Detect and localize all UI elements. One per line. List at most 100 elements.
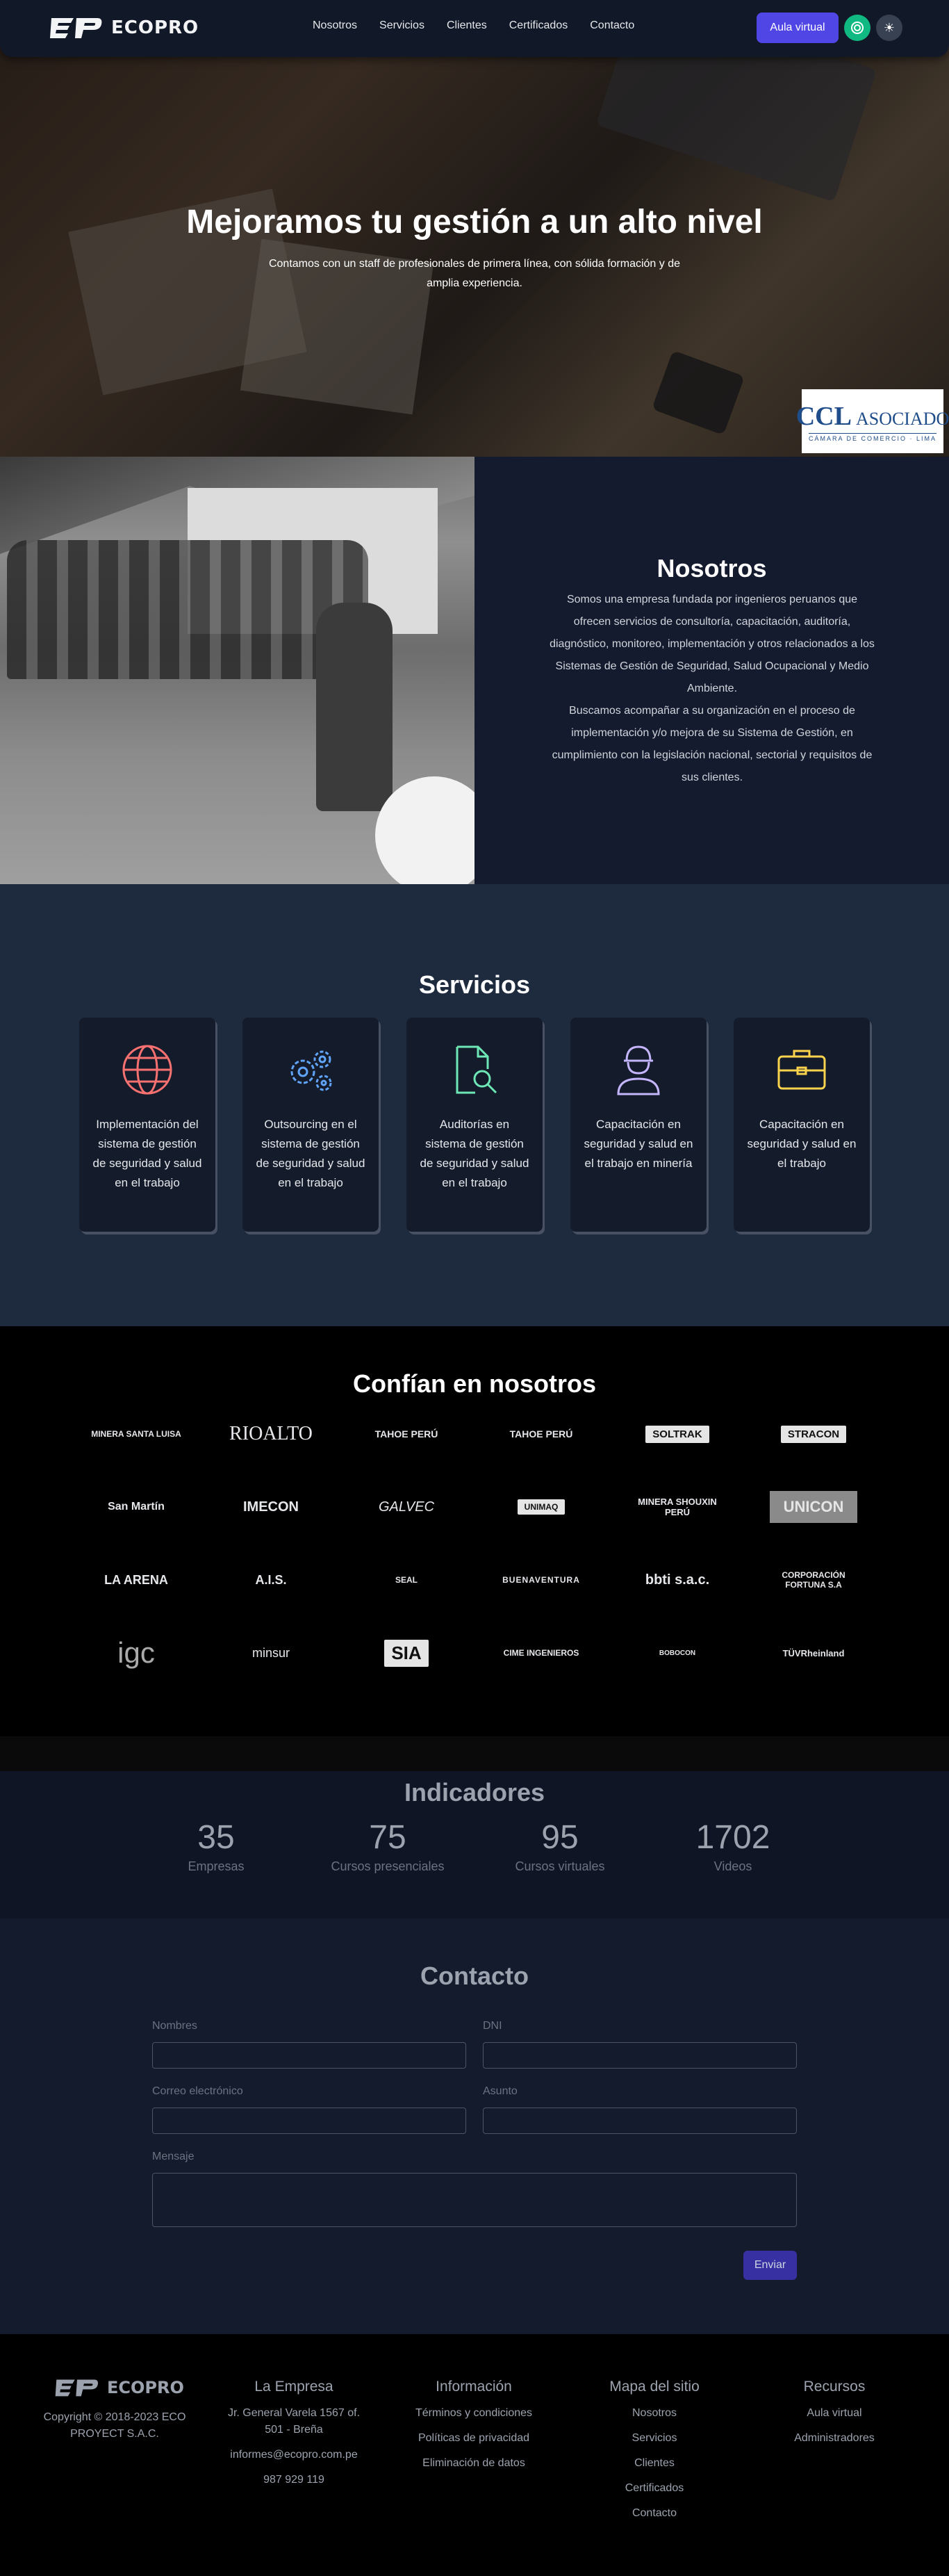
dni-input[interactable]: [483, 2042, 797, 2069]
client-logo: MINERA SANTA LUISA: [91, 1429, 181, 1439]
hero-subtitle: Contamos con un staff de profesionales d…: [268, 258, 681, 289]
worker-icon: [617, 1045, 660, 1095]
client-logo: San Martín: [108, 1501, 165, 1513]
contacto-title: Contacto: [420, 1962, 529, 1990]
target-icon: [851, 22, 864, 34]
service-label: Outsourcing en el sistema de gestión de …: [256, 1118, 365, 1189]
stat-value: 35: [197, 1819, 235, 1856]
nav-link-servicios[interactable]: Servicios: [379, 19, 424, 32]
client-logo: TÜVRheinland: [782, 1647, 845, 1658]
stat-value: 75: [369, 1819, 406, 1856]
hero-section: Mejoramos tu gestión a un alto nivel Con…: [0, 0, 949, 457]
theme-toggle-button[interactable]: ☀: [876, 15, 902, 41]
nombres-label: Nombres: [152, 2020, 197, 2032]
client-logo: CIME INGENIEROS: [503, 1648, 579, 1658]
stat-label: Cursos presenciales: [331, 1859, 445, 1873]
service-card[interactable]: Capacitación en seguridad y salud en el …: [570, 1018, 707, 1232]
email-input[interactable]: [152, 2108, 466, 2134]
servicios-section: Servicios Implementación del sistema de …: [0, 884, 949, 1326]
service-label: Capacitación en seguridad y salud en el …: [584, 1118, 693, 1170]
client-logo: LA ARENA: [104, 1572, 168, 1587]
client-logo: IMECON: [243, 1499, 299, 1515]
footer-link-terminos[interactable]: Términos y condiciones: [397, 2405, 550, 2422]
ccl-badge-caption: CÁMARA DE COMERCIO · LIMA: [808, 432, 936, 442]
nav-link-certificados[interactable]: Certificados: [509, 19, 568, 32]
enviar-button[interactable]: Enviar: [743, 2251, 797, 2280]
clientes-section: Confían en nosotros MINERA SANTA LUISA R…: [0, 1326, 949, 1736]
service-card[interactable]: Outsourcing en el sistema de gestión de …: [242, 1018, 379, 1232]
stat-label: Empresas: [188, 1859, 245, 1873]
footer-link-clientes[interactable]: Clientes: [578, 2455, 731, 2472]
client-logo: UNIMAQ: [489, 1483, 593, 1531]
nosotros-paragraph-1: Somos una empresa fundada por ingenieros…: [550, 594, 875, 694]
service-card[interactable]: Implementación del sistema de gestión de…: [79, 1018, 215, 1232]
stat-videos: 1702 Videos: [663, 1818, 802, 1874]
client-logo: GALVEC: [378, 1499, 435, 1515]
brand-name: ECOPRO: [111, 17, 199, 38]
client-logo: TAHOE PERÚ: [374, 1428, 438, 1440]
brand-logo[interactable]: ECOPRO: [49, 15, 199, 40]
copyright: Copyright © 2018-2023 ECO PROYECT S.A.C.: [43, 2411, 186, 2440]
footer-col-mapa: Mapa del sitio Nosotros Servicios Client…: [578, 2379, 731, 2530]
aula-virtual-button[interactable]: Aula virtual: [757, 13, 839, 43]
document-search-icon: [456, 1045, 497, 1094]
client-logo: BOBOCON: [659, 1649, 696, 1657]
client-logo: BUENAVENTURA: [502, 1575, 580, 1585]
service-card[interactable]: Auditorías en sistema de gestión de segu…: [406, 1018, 543, 1232]
stat-cursos-virtuales: 95 Cursos virtuales: [490, 1818, 629, 1874]
ep-logo-icon: [55, 2379, 99, 2397]
nosotros-title: Nosotros: [657, 554, 767, 582]
ccl-badge-acronym: CCL: [795, 401, 852, 431]
footer-link-contacto[interactable]: Contacto: [578, 2505, 731, 2522]
footer-col-title: Información: [436, 2379, 512, 2395]
client-logo: STRACON: [761, 1410, 866, 1458]
mensaje-textarea[interactable]: [152, 2173, 797, 2227]
footer-phone-link[interactable]: 987 929 119: [217, 2472, 370, 2488]
nosotros-text: Somos una empresa fundada por ingenieros…: [549, 589, 875, 789]
footer-col-title: La Empresa: [254, 2379, 333, 2395]
nav-link-clientes[interactable]: Clientes: [447, 19, 487, 32]
clientes-title: Confían en nosotros: [353, 1369, 596, 1398]
asunto-input[interactable]: [483, 2108, 797, 2134]
globe-icon: [122, 1045, 172, 1095]
nombres-input[interactable]: [152, 2042, 466, 2069]
target-button[interactable]: [844, 15, 870, 41]
client-logo: MINERA SHOUXIN PERÚ: [638, 1497, 717, 1517]
mensaje-label: Mensaje: [152, 2151, 195, 2162]
gears-icon: [290, 1050, 332, 1091]
nosotros-paragraph-2: Buscamos acompañar a su organización en …: [552, 705, 873, 783]
client-logo: TAHOE PERÚ: [509, 1428, 573, 1440]
team-photo: [0, 457, 474, 884]
footer-link-eliminacion[interactable]: Eliminación de datos: [397, 2455, 550, 2472]
footer-col-title: Mapa del sitio: [609, 2379, 700, 2395]
ep-logo-icon: [50, 18, 102, 38]
footer-link-certificados[interactable]: Certificados: [578, 2480, 731, 2497]
service-card[interactable]: Capacitación en seguridad y salud en el …: [734, 1018, 870, 1232]
indicadores-title: Indicadores: [404, 1778, 545, 1807]
email-label: Correo electrónico: [152, 2085, 243, 2097]
stat-empresas: 35 Empresas: [147, 1818, 286, 1874]
client-logo: RIOALTO: [229, 1423, 313, 1444]
stat-label: Videos: [713, 1859, 752, 1873]
client-logo: igc: [117, 1636, 155, 1669]
footer-brand-logo[interactable]: ECOPRO: [54, 2377, 184, 2398]
footer-link-administradores[interactable]: Administradores: [758, 2430, 911, 2447]
service-label: Capacitación en seguridad y salud en el …: [747, 1118, 857, 1170]
footer-link-privacidad[interactable]: Políticas de privacidad: [397, 2430, 550, 2447]
footer-address: Jr. General Varela 1567 of. 501 - Breña: [227, 2407, 361, 2436]
client-logo: SOLTRAK: [625, 1410, 729, 1458]
service-label: Auditorías en sistema de gestión de segu…: [420, 1118, 529, 1189]
footer-email-link[interactable]: informes@ecopro.com.pe: [217, 2447, 370, 2463]
hero-title: Mejoramos tu gestión a un alto nivel: [186, 204, 763, 241]
footer-link-aula-virtual[interactable]: Aula virtual: [758, 2405, 911, 2422]
footer-link-servicios[interactable]: Servicios: [578, 2430, 731, 2447]
nav-link-nosotros[interactable]: Nosotros: [313, 19, 357, 32]
stat-cursos-presenciales: 75 Cursos presenciales: [318, 1818, 457, 1874]
client-logo: minsur: [251, 1645, 290, 1660]
client-logo: SIA: [354, 1629, 459, 1677]
footer-col-recursos: Recursos Aula virtual Administradores: [758, 2379, 911, 2455]
footer-col-empresa: La Empresa Jr. General Varela 1567 of. 5…: [217, 2379, 370, 2497]
footer-col-title: Recursos: [803, 2379, 866, 2395]
footer-link-nosotros[interactable]: Nosotros: [578, 2405, 731, 2422]
nav-link-contacto[interactable]: Contacto: [590, 19, 634, 32]
